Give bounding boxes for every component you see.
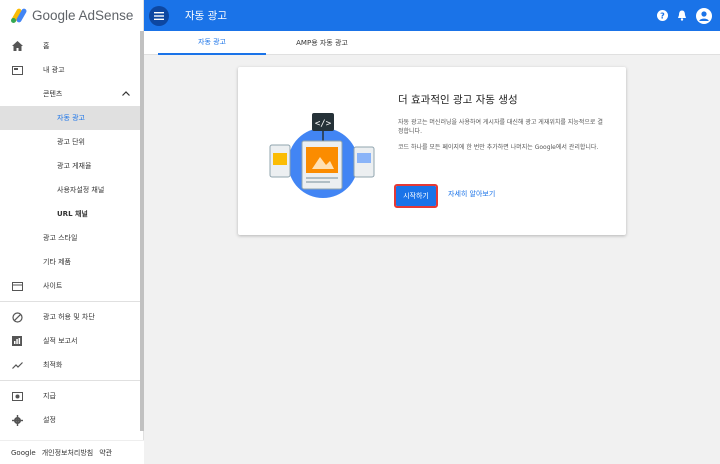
sidebar-scrollbar[interactable] — [140, 31, 144, 431]
tab-bar: 자동 광고 AMP용 자동 광고 — [144, 31, 720, 55]
home-icon — [11, 40, 23, 52]
sidebar-item-blocking-controls[interactable]: 광고 허용 및 차단 — [0, 305, 140, 329]
sites-icon — [11, 280, 23, 292]
gear-icon — [11, 414, 23, 426]
sidebar-item-custom-channels[interactable]: 사용자설정 채널 — [0, 178, 140, 202]
account-icon — [699, 10, 709, 21]
account-avatar[interactable] — [696, 7, 712, 24]
footer-terms-link[interactable]: 약관 — [99, 448, 112, 458]
adsense-logo[interactable]: Google AdSense — [0, 0, 143, 31]
svg-text:</>: </> — [315, 119, 332, 129]
top-app-bar: 자동 광고 ? — [144, 0, 720, 31]
sidebar-divider — [0, 301, 140, 302]
ads-icon — [11, 64, 23, 76]
get-started-button[interactable]: 시작하기 — [394, 184, 438, 208]
card-title: 더 효과적인 광고 자동 생성 — [398, 94, 518, 106]
trending-icon — [11, 359, 23, 371]
sidebar-item-optimization[interactable]: 최적화 — [0, 353, 140, 377]
payments-icon — [11, 390, 23, 402]
sidebar-item-ad-units[interactable]: 광고 단위 — [0, 130, 140, 154]
hamburger-icon — [154, 11, 164, 20]
sidebar-item-content[interactable]: 콘텐츠 — [0, 82, 140, 106]
sidebar-item-settings[interactable]: 설정 — [0, 408, 140, 432]
sidebar-item-ad-serving[interactable]: 광고 게재율 — [0, 154, 140, 178]
sidebar-item-url-channels[interactable]: URL 채널 — [0, 202, 140, 226]
sidebar-item-auto-ads[interactable]: 자동 광고 — [0, 106, 140, 130]
block-icon — [11, 311, 23, 323]
auto-ads-illustration: </> — [269, 113, 375, 198]
sidebar-item-ad-style[interactable]: 광고 스타일 — [0, 226, 140, 250]
adsense-logo-icon — [10, 7, 28, 24]
sidebar: Google AdSense 홈 내 광고 콘텐츠 자동 광고 광고 단위 광고… — [0, 0, 144, 464]
logo-text: Google AdSense — [32, 8, 134, 23]
sidebar-item-reports[interactable]: 실적 보고서 — [0, 329, 140, 353]
menu-button[interactable] — [149, 5, 169, 26]
page-title: 자동 광고 — [185, 10, 227, 22]
sidebar-item-sites[interactable]: 사이트 — [0, 274, 140, 298]
tab-auto-ads[interactable]: 자동 광고 — [158, 31, 266, 55]
notifications-icon[interactable] — [676, 10, 688, 22]
reports-icon — [11, 335, 23, 347]
help-icon[interactable]: ? — [656, 10, 668, 22]
footer-google[interactable]: Google — [11, 449, 36, 457]
auto-ads-card: </> 더 효과적인 광고 자동 생성 자동 광고는 머신러닝을 사용하여 게시… — [238, 67, 626, 235]
sidebar-nav: 홈 내 광고 콘텐츠 자동 광고 광고 단위 광고 게재율 사용자설정 채널 U… — [0, 34, 140, 432]
sidebar-divider — [0, 380, 140, 381]
card-description-2: 코드 하나를 모든 페이지에 한 번만 추가하면 나머지는 Google에서 관… — [398, 144, 599, 151]
sidebar-item-payments[interactable]: 지급 — [0, 384, 140, 408]
card-description-1: 자동 광고는 머신러닝을 사용하여 게시자를 대신해 광고 게재위치를 지능적으… — [398, 119, 603, 135]
sidebar-item-my-ads[interactable]: 내 광고 — [0, 58, 140, 82]
chevron-up-icon — [122, 90, 130, 98]
learn-more-link[interactable]: 자세히 알아보기 — [448, 189, 495, 199]
sidebar-footer: Google 개인정보처리방침 약관 — [0, 440, 144, 464]
sidebar-item-other-products[interactable]: 기타 제품 — [0, 250, 140, 274]
top-actions: ? — [656, 0, 712, 31]
svg-text:?: ? — [660, 11, 665, 20]
tab-amp-auto-ads[interactable]: AMP용 자동 광고 — [268, 31, 376, 55]
sidebar-item-home[interactable]: 홈 — [0, 34, 140, 58]
footer-privacy-link[interactable]: 개인정보처리방침 — [42, 448, 94, 458]
